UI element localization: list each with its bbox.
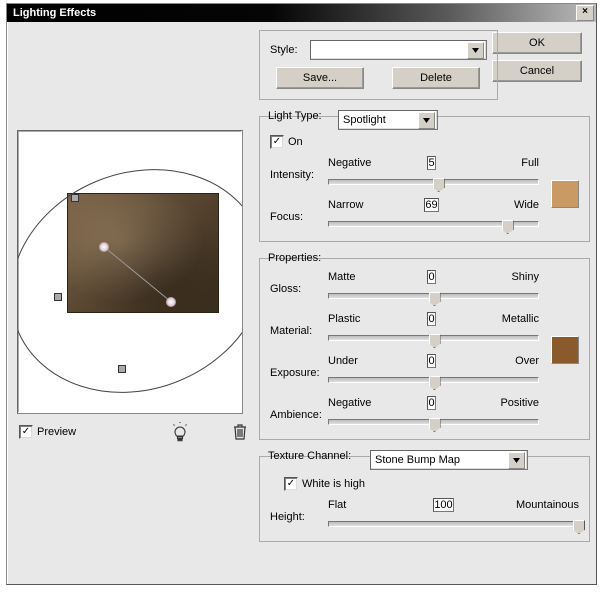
trash-icon[interactable] (231, 422, 249, 442)
light-type-select[interactable]: Spotlight (338, 110, 438, 130)
material-value[interactable]: 0 (427, 312, 435, 326)
focus-value[interactable]: 69 (424, 198, 438, 212)
chevron-down-icon (508, 452, 525, 469)
intensity-value[interactable]: 5 (427, 156, 435, 170)
texture-select[interactable]: Stone Bump Map (370, 450, 528, 470)
style-label: Style: (270, 44, 304, 56)
close-button[interactable]: × (576, 5, 594, 21)
focus-label: Focus: (270, 197, 324, 223)
on-label: On (288, 136, 303, 148)
slider-thumb[interactable] (573, 520, 585, 534)
slider-thumb[interactable] (429, 334, 441, 348)
intensity-right: Full (475, 157, 539, 169)
light-ellipse[interactable] (18, 131, 242, 413)
height-slider[interactable] (328, 521, 579, 527)
gloss-value[interactable]: 0 (427, 270, 435, 284)
texture-legend: Texture Channel: (264, 450, 355, 462)
texture-group: Texture Channel: Stone Bump Map ✓ White … (259, 456, 590, 542)
light-target-handle[interactable] (166, 297, 176, 307)
ambient-color-swatch[interactable] (551, 336, 579, 364)
delete-button[interactable]: Delete (392, 67, 480, 89)
light-color-swatch[interactable] (551, 180, 579, 208)
ambience-label: Ambience: (270, 395, 324, 421)
light-center-handle[interactable] (99, 242, 109, 252)
intensity-left: Negative (328, 157, 388, 169)
white-high-checkbox[interactable]: ✓ White is high (284, 477, 365, 491)
preview-area[interactable] (17, 130, 243, 414)
checkbox-icon: ✓ (270, 135, 284, 149)
texture-value: Stone Bump Map (375, 454, 460, 466)
ellipse-handle[interactable] (118, 365, 126, 373)
ellipse-handle[interactable] (54, 293, 62, 301)
light-type-group: Light Type: Spotlight ✓ On Intensity: (259, 116, 590, 242)
ambience-slider[interactable] (328, 419, 539, 425)
preview-label: Preview (37, 426, 76, 438)
checkbox-icon: ✓ (19, 425, 33, 439)
gloss-slider[interactable] (328, 293, 539, 299)
focus-right: Wide (475, 199, 539, 211)
chevron-down-icon (467, 42, 484, 59)
chevron-down-icon (418, 112, 435, 129)
height-value[interactable]: 100 (433, 498, 453, 512)
focus-slider[interactable] (328, 221, 539, 227)
light-type-value: Spotlight (343, 114, 386, 126)
exposure-slider[interactable] (328, 377, 539, 383)
white-high-label: White is high (302, 478, 365, 490)
focus-left: Narrow (328, 199, 388, 211)
exposure-value[interactable]: 0 (427, 354, 435, 368)
exposure-label: Exposure: (270, 353, 324, 379)
checkbox-icon: ✓ (284, 477, 298, 491)
window-title: Lighting Effects (13, 7, 96, 19)
slider-thumb[interactable] (429, 292, 441, 306)
slider-thumb[interactable] (502, 220, 514, 234)
preview-checkbox[interactable]: ✓ Preview (19, 425, 76, 439)
slider-thumb[interactable] (433, 178, 445, 192)
intensity-slider[interactable] (328, 179, 539, 185)
light-type-legend: Light Type: (264, 110, 326, 122)
material-slider[interactable] (328, 335, 539, 341)
ambience-value[interactable]: 0 (427, 396, 435, 410)
gloss-label: Gloss: (270, 269, 324, 295)
material-label: Material: (270, 311, 324, 337)
intensity-label: Intensity: (270, 155, 324, 181)
title-bar: Lighting Effects × (7, 4, 596, 22)
slider-thumb[interactable] (429, 376, 441, 390)
slider-thumb[interactable] (429, 418, 441, 432)
ellipse-handle[interactable] (71, 194, 79, 202)
lightbulb-icon[interactable] (171, 422, 189, 442)
height-label: Height: (270, 497, 324, 523)
style-select[interactable] (310, 40, 487, 60)
properties-group: Properties: Gloss: Matte0Shiny Material: (259, 258, 590, 440)
on-checkbox[interactable]: ✓ On (270, 135, 303, 149)
save-button[interactable]: Save... (276, 67, 364, 89)
properties-legend: Properties: (264, 252, 325, 264)
